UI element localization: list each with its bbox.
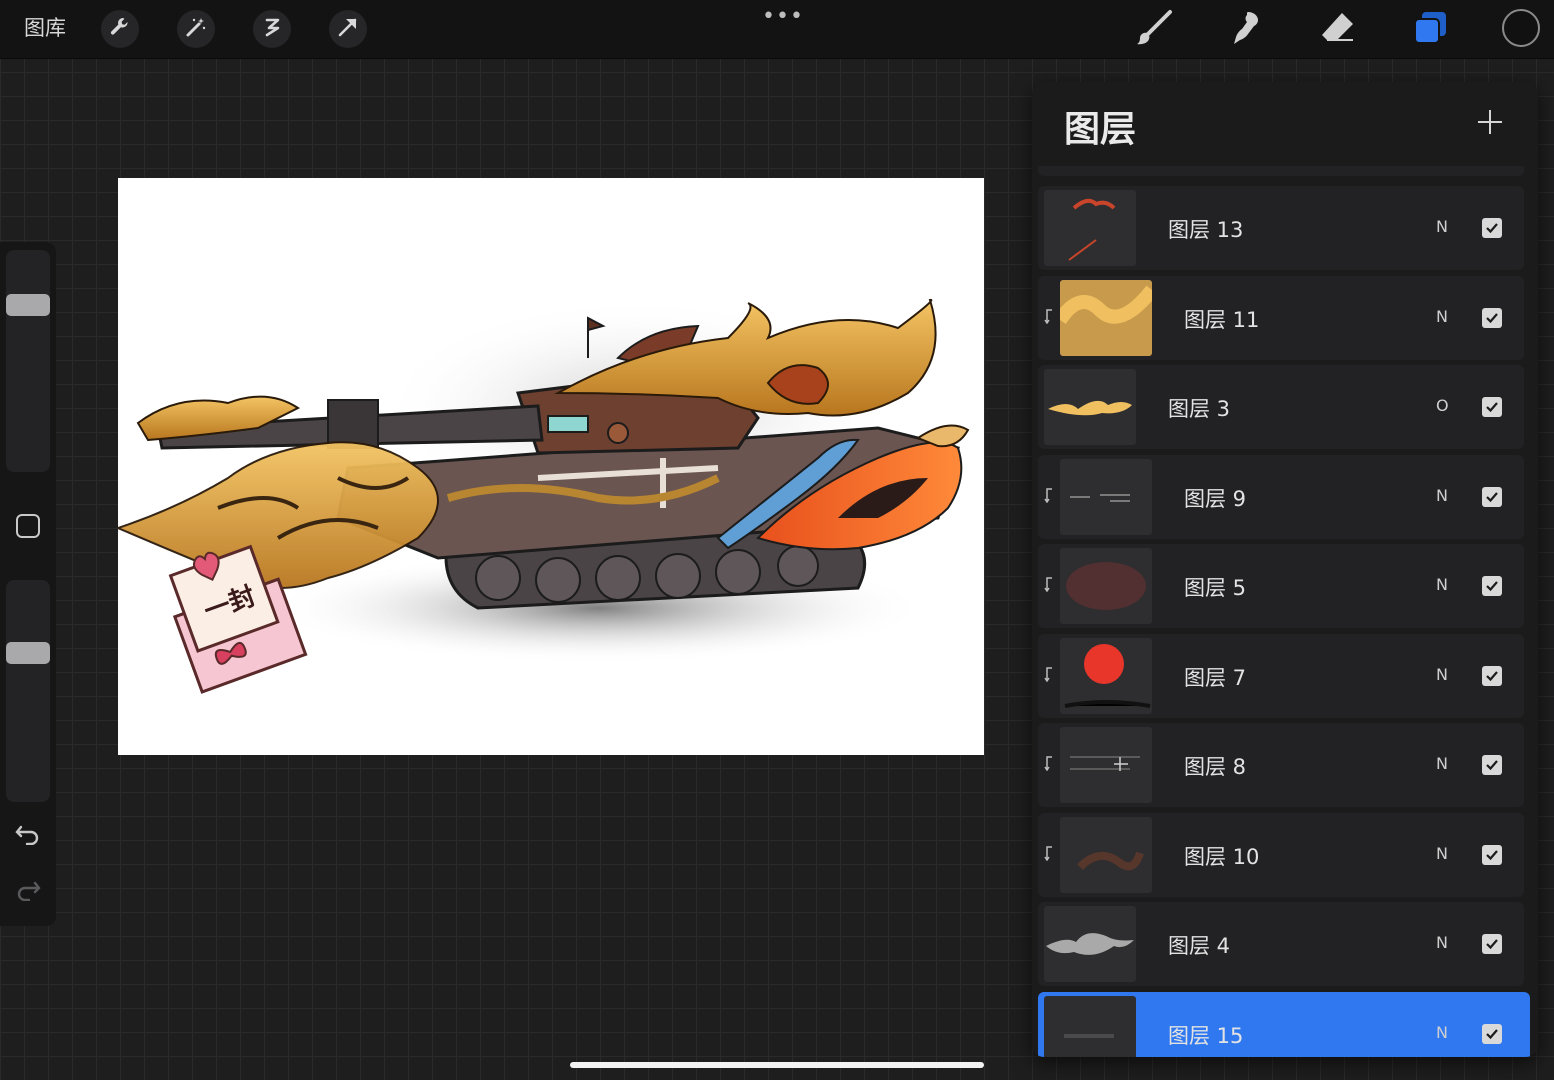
layer-blend-mode[interactable]: N <box>1436 1023 1448 1042</box>
clipping-mask-icon <box>1044 755 1056 772</box>
layer-row[interactable]: 图层 4 N <box>1038 902 1524 986</box>
layer-row[interactable]: 图层 10 N <box>1038 813 1524 897</box>
layer-visibility-checkbox[interactable] <box>1482 397 1502 417</box>
layer-thumbnail[interactable] <box>1060 638 1152 714</box>
home-indicator <box>570 1062 984 1068</box>
layer-thumbnail[interactable] <box>1060 280 1152 356</box>
layer-blend-mode[interactable]: N <box>1436 575 1448 594</box>
layer-visibility-checkbox[interactable] <box>1482 845 1502 865</box>
layer-row[interactable]: 图层 7 N <box>1038 634 1524 718</box>
transform-button[interactable] <box>329 10 367 48</box>
clipping-mask-icon <box>1044 308 1056 325</box>
layer-blend-mode[interactable]: N <box>1436 844 1448 863</box>
layer-row[interactable]: 图层 9 N <box>1038 455 1524 539</box>
layers-panel-title: 图层 <box>1064 109 1137 150</box>
brush-icon <box>1134 8 1174 52</box>
layers-panel: 图层 图层 13 N 图层 11 N 图层 3 O 图层 9 N 图层 5 N 图层 7 N 图层 8 N… <box>1032 82 1538 1057</box>
layer-blend-mode[interactable]: N <box>1436 754 1448 773</box>
redo-button[interactable] <box>14 878 42 906</box>
clipping-mask-icon <box>1044 576 1056 593</box>
layer-name: 图层 15 <box>1168 1024 1244 1048</box>
layer-name: 图层 10 <box>1184 845 1260 869</box>
layer-row[interactable]: 图层 11 N <box>1038 276 1524 360</box>
layer-blend-mode[interactable]: N <box>1436 217 1448 236</box>
layer-name: 图层 7 <box>1184 666 1247 690</box>
transform-arrow-icon <box>337 16 359 42</box>
magic-wand-icon <box>185 16 207 42</box>
layer-name: 图层 3 <box>1168 397 1231 421</box>
opacity-slider[interactable] <box>6 580 50 802</box>
layer-name: 图层 4 <box>1168 934 1231 958</box>
smudge-icon <box>1226 8 1266 52</box>
layer-thumbnail[interactable] <box>1044 190 1136 266</box>
drawing-canvas[interactable]: 一封 <box>118 178 984 755</box>
undo-button[interactable] <box>14 822 42 850</box>
layer-row[interactable]: 图层 8 N <box>1038 723 1524 807</box>
brush-button[interactable] <box>1132 8 1176 52</box>
top-toolbar: 图库 ••• <box>0 0 1554 59</box>
wrench-icon <box>109 16 131 42</box>
layer-row[interactable]: 图层 13 N <box>1038 186 1524 270</box>
gallery-button[interactable]: 图库 <box>24 14 66 42</box>
actions-button[interactable] <box>101 10 139 48</box>
redo-icon <box>15 879 41 905</box>
layer-visibility-checkbox[interactable] <box>1482 487 1502 507</box>
layer-visibility-checkbox[interactable] <box>1482 934 1502 954</box>
layer-blend-mode[interactable]: N <box>1436 486 1448 505</box>
layer-thumbnail[interactable] <box>1060 817 1152 893</box>
brush-size-thumb[interactable] <box>6 294 50 316</box>
layer-name: 图层 5 <box>1184 576 1247 600</box>
layer-row[interactable]: 图层 5 N <box>1038 544 1524 628</box>
smudge-button[interactable] <box>1224 8 1268 52</box>
layer-blend-mode[interactable]: O <box>1436 396 1449 415</box>
layer-blend-mode[interactable]: N <box>1436 665 1448 684</box>
layer-thumbnail[interactable] <box>1060 548 1152 624</box>
adjustments-button[interactable] <box>177 10 215 48</box>
layer-row[interactable]: 图层 3 O <box>1038 365 1524 449</box>
layer-name: 图层 8 <box>1184 755 1247 779</box>
brush-size-slider[interactable] <box>6 250 50 472</box>
layer-name: 图层 13 <box>1168 218 1244 242</box>
undo-icon <box>15 823 41 849</box>
layer-visibility-checkbox[interactable] <box>1482 308 1502 328</box>
opacity-thumb[interactable] <box>6 642 50 664</box>
plus-icon <box>1476 108 1504 140</box>
layer-name: 图层 9 <box>1184 487 1247 511</box>
selection-icon <box>261 16 283 42</box>
clipping-mask-icon <box>1044 487 1056 504</box>
layer-name: 图层 11 <box>1184 308 1260 332</box>
more-options-button[interactable]: ••• <box>762 6 804 28</box>
tank-artwork: 一封 <box>118 298 970 694</box>
layer-visibility-checkbox[interactable] <box>1482 1024 1502 1044</box>
color-picker-button[interactable] <box>1502 9 1540 47</box>
layer-row[interactable]: 图层 15 N <box>1038 992 1530 1057</box>
eraser-icon <box>1318 8 1358 52</box>
layer-visibility-checkbox[interactable] <box>1482 576 1502 596</box>
layer-thumbnail[interactable] <box>1060 727 1152 803</box>
layer-visibility-checkbox[interactable] <box>1482 755 1502 775</box>
add-layer-button[interactable] <box>1472 106 1508 142</box>
clipping-mask-icon <box>1044 666 1056 683</box>
layer-thumbnail[interactable] <box>1060 459 1152 535</box>
clipping-mask-icon <box>1044 845 1056 862</box>
left-sidebar <box>0 242 56 926</box>
layer-blend-mode[interactable]: N <box>1436 933 1448 952</box>
layer-visibility-checkbox[interactable] <box>1482 218 1502 238</box>
modify-button[interactable] <box>16 514 40 538</box>
layer-blend-mode[interactable]: N <box>1436 307 1448 326</box>
layer-thumbnail[interactable] <box>1044 369 1136 445</box>
eraser-button[interactable] <box>1316 8 1360 52</box>
layer-thumbnail[interactable] <box>1044 906 1136 982</box>
layer-row-partial <box>1038 166 1524 176</box>
layer-thumbnail[interactable] <box>1044 996 1136 1057</box>
layers-button[interactable] <box>1408 8 1452 52</box>
layer-visibility-checkbox[interactable] <box>1482 666 1502 686</box>
selection-button[interactable] <box>253 10 291 48</box>
layers-icon <box>1410 8 1450 52</box>
